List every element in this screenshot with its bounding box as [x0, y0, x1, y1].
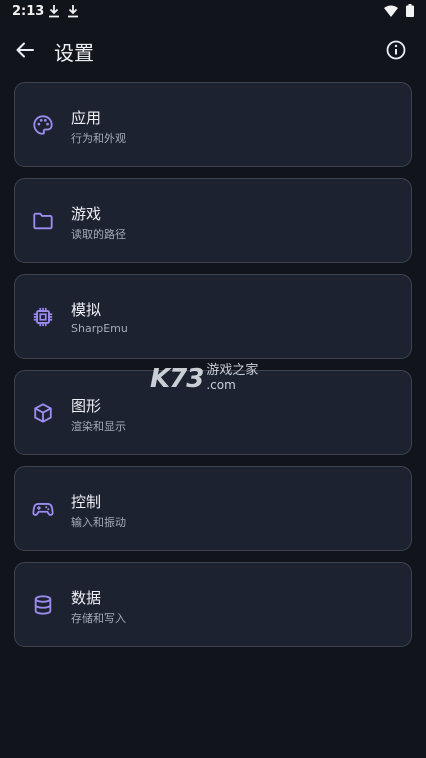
settings-item-subtitle: SharpEmu — [71, 322, 128, 335]
settings-item-subtitle: 渲染和显示 — [71, 420, 126, 433]
database-icon — [34, 595, 52, 615]
settings-item-title: 数据 — [71, 589, 102, 607]
settings-item-graphics[interactable]: 图形 渲染和显示 — [14, 370, 412, 455]
settings-item-subtitle: 存储和写入 — [71, 612, 126, 625]
settings-item-subtitle: 输入和振动 — [71, 516, 126, 529]
folder-icon — [33, 212, 53, 230]
status-bar: 2:13 — [0, 0, 426, 24]
back-button[interactable] — [12, 37, 38, 63]
status-time: 2:13 — [12, 4, 45, 19]
download-icon — [68, 5, 78, 18]
arrow-left-icon — [16, 42, 34, 58]
settings-item-app[interactable]: 应用 行为和外观 — [14, 82, 412, 167]
settings-item-title: 游戏 — [71, 205, 102, 223]
palette-icon — [33, 115, 53, 135]
settings-item-subtitle: 行为和外观 — [71, 132, 126, 145]
gamepad-icon — [32, 503, 54, 516]
settings-item-title: 控制 — [71, 493, 102, 511]
wifi-icon — [384, 5, 398, 17]
settings-item-title: 应用 — [71, 109, 102, 127]
info-icon — [386, 40, 406, 60]
settings-item-game[interactable]: 游戏 读取的路径 — [14, 178, 412, 263]
settings-list: 应用 行为和外观 游戏 读取的路径 模拟 SharpEmu 图形 渲染和显示 控… — [14, 82, 412, 658]
settings-item-title: 图形 — [71, 397, 102, 415]
chip-icon — [33, 307, 53, 327]
battery-icon — [406, 4, 414, 17]
settings-item-data[interactable]: 数据 存储和写入 — [14, 562, 412, 647]
settings-item-controls[interactable]: 控制 输入和振动 — [14, 466, 412, 551]
page-title: 设置 — [54, 41, 94, 65]
top-app-bar: 设置 — [0, 24, 426, 76]
cube-icon — [34, 403, 52, 423]
download-icon — [49, 5, 59, 18]
settings-item-subtitle: 读取的路径 — [71, 228, 126, 241]
info-button[interactable] — [384, 38, 408, 62]
settings-item-emulation[interactable]: 模拟 SharpEmu — [14, 274, 412, 359]
settings-item-title: 模拟 — [71, 301, 102, 319]
